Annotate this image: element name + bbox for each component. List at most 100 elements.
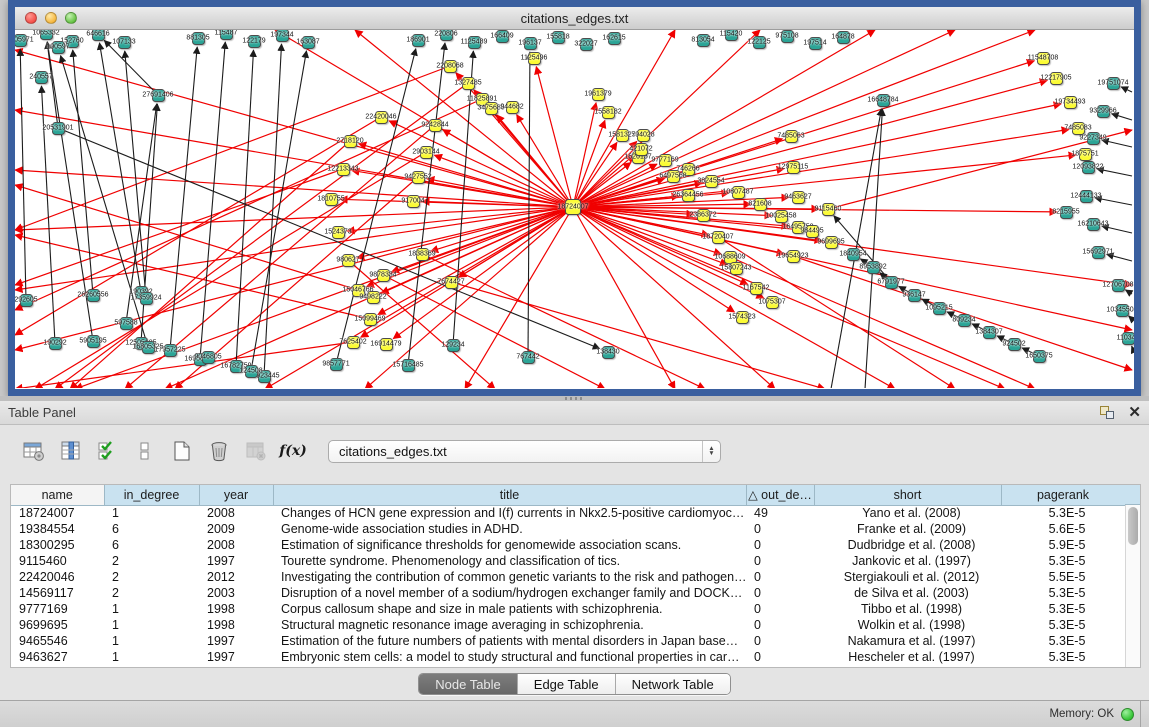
column-header-out_de[interactable]: △ out_de… [746,485,814,505]
graph-node[interactable]: 2718120 [344,135,357,148]
graph-node[interactable]: 164878 [837,31,850,44]
graph-node[interactable]: 980627 [342,254,355,267]
table-cell[interactable]: 1 [104,633,199,649]
graph-node[interactable]: 162615 [608,32,621,45]
graph-node[interactable]: 1905971 [15,34,27,47]
table-cell[interactable]: Embryonic stem cells: a model to study s… [273,649,746,665]
table-cell[interactable]: 1997 [199,633,273,649]
graph-node[interactable]: 27691406 [152,89,165,102]
table-row[interactable]: 1830029562008Estimation of significance … [11,537,1125,553]
graph-node[interactable]: 18720407 [712,231,725,244]
graph-node[interactable]: 1875751 [1079,148,1092,161]
table-cell[interactable]: 5.3E-5 [1001,505,1125,521]
table-row[interactable]: 946554611997Estimation of the future num… [11,633,1125,649]
graph-node[interactable]: 9329966 [1097,105,1110,118]
graph-node[interactable]: 7485083 [1072,122,1085,135]
table-cell[interactable]: Nakamura et al. (1997) [814,633,1001,649]
graph-node[interactable]: 1840954 [847,248,860,261]
table-cell[interactable]: Genome-wide association studies in ADHD. [273,521,746,537]
graph-node[interactable]: 115487 [220,30,233,40]
graph-node[interactable]: 322027 [580,38,593,51]
graph-node[interactable]: 8953892 [867,261,880,274]
table-cell[interactable]: 5.9E-5 [1001,537,1125,553]
table-cell[interactable]: 2009 [199,521,273,537]
graph-node[interactable]: 15807243 [730,262,743,275]
graph-node[interactable]: 2903144 [420,146,433,159]
graph-node[interactable]: 15716485 [402,359,415,372]
graph-node[interactable]: 1125489 [468,36,481,49]
graph-node[interactable]: 7485063 [785,130,798,143]
graph-node[interactable]: 15099469 [364,313,377,326]
table-cell[interactable]: 2003 [199,585,273,601]
table-cell[interactable]: Franke et al. (2009) [814,521,1001,537]
graph-node[interactable]: 646616 [92,30,105,41]
table-cell[interactable]: 6 [104,521,199,537]
table-cell[interactable]: 1 [104,617,199,633]
graph-node[interactable]: 197514 [809,37,822,50]
graph-node[interactable]: 20531901 [52,122,65,135]
table-cell[interactable]: 49 [746,505,814,521]
graph-node[interactable]: 190292 [49,337,62,350]
graph-node[interactable]: 240557 [35,71,48,84]
table-row[interactable]: 946362711997Embryonic stem cells: a mode… [11,649,1125,665]
graph-node[interactable]: 936147 [908,289,921,302]
graph-node[interactable]: 26364456 [682,189,695,202]
graph-node[interactable]: 122125 [753,36,766,49]
table-cell[interactable]: 5.5E-5 [1001,569,1125,585]
table-cell[interactable]: 6 [104,537,199,553]
table-cell[interactable]: 1 [104,505,199,521]
table-cell[interactable]: Estimation of the future numbers of pati… [273,633,746,649]
graph-node[interactable]: 12213343 [337,163,350,176]
table-cell[interactable]: Structural magnetic resonance image aver… [273,617,746,633]
table-cell[interactable]: 0 [746,617,814,633]
table-row[interactable]: 1456911722003Disruption of a novel membe… [11,585,1125,601]
table-cell[interactable]: 2 [104,569,199,585]
delete-button[interactable] [205,437,233,465]
graph-node[interactable]: 3824554 [705,175,718,188]
graph-node[interactable]: 10807487 [732,186,745,199]
graph-node[interactable]: 22420046 [375,111,388,124]
graph-node[interactable]: 292605 [20,294,33,307]
graph-node[interactable]: 9857771 [330,358,343,371]
vertical-scrollbar[interactable] [1125,505,1140,667]
graph-node[interactable]: 6791977 [885,276,898,289]
tab-edge-table[interactable]: Edge Table [518,674,616,694]
graph-node[interactable]: 196137 [524,37,537,50]
table-cell[interactable]: 1998 [199,617,273,633]
table-row[interactable]: 977716911998Corpus callosum shape and si… [11,601,1125,617]
graph-node[interactable]: 1581325 [616,129,629,142]
graph-node[interactable]: 984495 [806,225,819,238]
table-cell[interactable]: 5.3E-5 [1001,617,1125,633]
graph-node[interactable]: 16914479 [380,338,393,351]
graph-node[interactable]: 16210643 [1087,218,1100,231]
graph-node[interactable]: 9242844 [429,119,442,132]
graph-node[interactable]: 12093822 [1082,161,1095,174]
column-header-name[interactable]: name [11,485,104,505]
table-cell[interactable]: 1 [104,601,199,617]
graph-node[interactable]: 12975115 [787,161,800,174]
table-cell[interactable]: Corpus callosum shape and size in male p… [273,601,746,617]
graph-node[interactable]: 1065332 [40,30,53,40]
table-cell[interactable]: 9777169 [11,601,104,617]
column-header-pagerank[interactable]: pagerank [1001,485,1125,505]
graph-hub-node[interactable]: 18724007 [565,199,581,215]
graph-node[interactable]: 10345504 [1116,304,1129,317]
table-cell[interactable]: 2012 [199,569,273,585]
graph-node[interactable]: 1167542 [750,282,763,295]
table-cell[interactable]: 1997 [199,649,273,665]
graph-node[interactable]: 220806 [440,30,453,41]
table-cell[interactable]: 18300295 [11,537,104,553]
graph-node[interactable]: 12706708 [1112,279,1125,292]
graph-node[interactable]: 1327485 [462,77,475,90]
table-cell[interactable]: 0 [746,633,814,649]
graph-node[interactable]: 1125496 [528,52,541,65]
table-cell[interactable]: Hescheler et al. (1997) [814,649,1001,665]
table-cell[interactable]: 1997 [199,553,273,569]
table-cell[interactable]: Wolkin et al. (1998) [814,617,1001,633]
graph-node[interactable]: 9777169 [659,154,672,167]
graph-node[interactable]: 9427552 [412,171,425,184]
graph-node[interactable]: 138430 [602,346,615,359]
graph-node[interactable]: 11548708 [1037,52,1050,65]
graph-node[interactable]: 186901 [412,34,425,47]
window-titlebar[interactable]: citations_edges.txt [15,7,1134,30]
